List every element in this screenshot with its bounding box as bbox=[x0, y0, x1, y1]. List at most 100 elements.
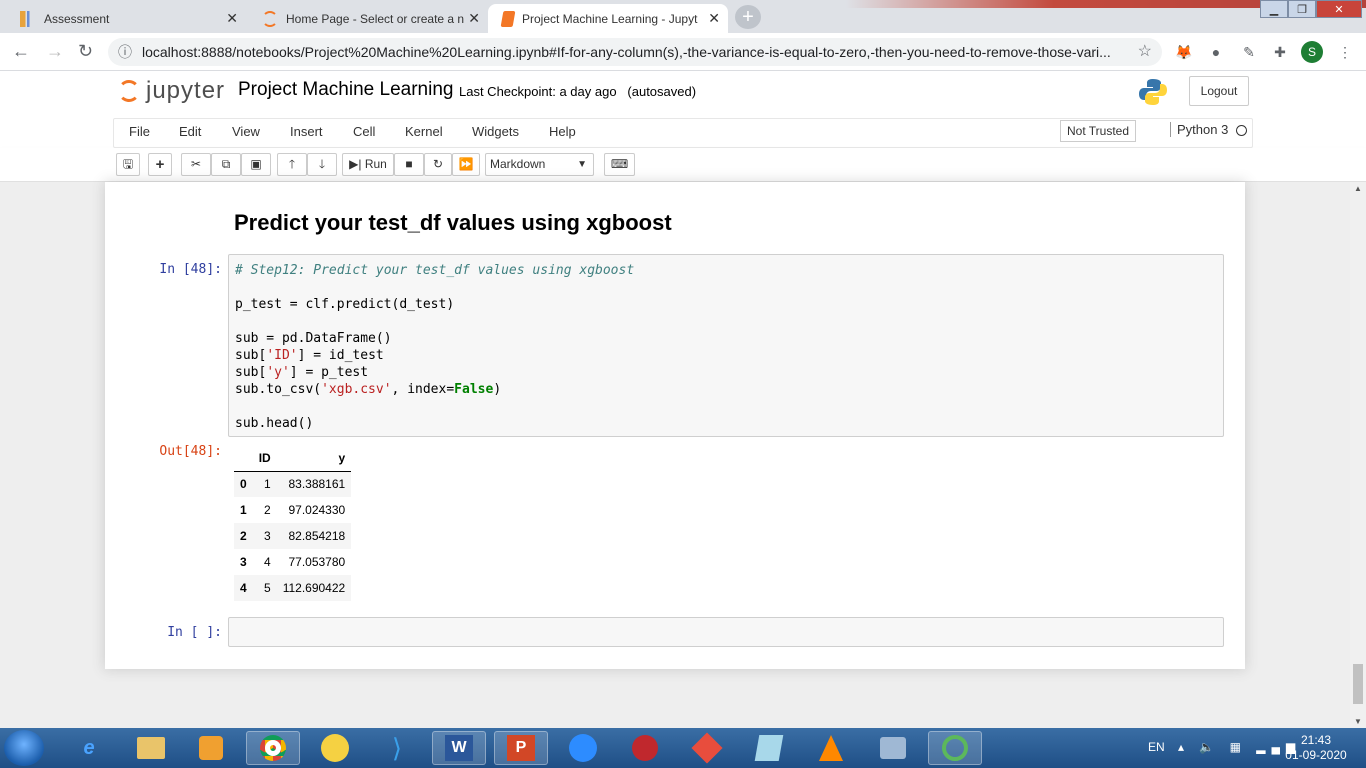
word-icon[interactable]: W bbox=[432, 731, 486, 765]
vertical-scrollbar[interactable]: ▲ ▼ bbox=[1350, 182, 1366, 728]
autosave-text: (autosaved) bbox=[627, 84, 697, 99]
notes-app-icon[interactable] bbox=[742, 731, 796, 765]
tab-assessment[interactable]: Assessment ✕ bbox=[6, 4, 246, 33]
command-palette-button[interactable]: ⌨ bbox=[604, 153, 635, 176]
restart-run-all-button[interactable]: ⏩ bbox=[452, 153, 480, 176]
save-button[interactable]: 🖫 bbox=[116, 153, 140, 176]
jupyter-header: jupyter Project Machine Learning Last Ch… bbox=[0, 71, 1366, 118]
keyboard-icon: ⌨ bbox=[610, 157, 629, 171]
not-trusted-button[interactable]: Not Trusted bbox=[1060, 120, 1137, 142]
move-cell-down-button[interactable]: 🡓 bbox=[307, 153, 337, 176]
empty-code-cell[interactable] bbox=[228, 617, 1224, 647]
code-token: sub[ bbox=[235, 365, 267, 380]
tab-home-page[interactable]: Home Page - Select or create a n ✕ bbox=[248, 4, 488, 33]
forward-arrow-icon[interactable]: → bbox=[46, 41, 64, 62]
run-button[interactable]: ▶| Run bbox=[342, 153, 394, 176]
logout-button[interactable]: Logout bbox=[1189, 76, 1249, 106]
browser-tab-strip: Assessment ✕ Home Page - Select or creat… bbox=[0, 0, 1366, 33]
notebook-title[interactable]: Project Machine Learning bbox=[238, 79, 453, 101]
language-indicator[interactable]: EN bbox=[1148, 740, 1165, 754]
tab-project-machine-learning[interactable]: Project Machine Learning - Jupyt ✕ bbox=[488, 4, 728, 33]
code-token: sub.to_csv( bbox=[235, 382, 322, 397]
input-prompt: In [48]: bbox=[159, 262, 222, 277]
row-index: 4 bbox=[240, 581, 247, 595]
tab-close-icon[interactable]: ✕ bbox=[468, 10, 480, 27]
menu-help[interactable]: Help bbox=[549, 124, 576, 139]
assessment-favicon-icon bbox=[20, 10, 36, 27]
browser-menu-icon[interactable]: ⋮ bbox=[1336, 43, 1354, 61]
copy-cells-button[interactable]: ⧉ bbox=[211, 153, 241, 176]
restart-kernel-button[interactable]: ↻ bbox=[424, 153, 452, 176]
start-button[interactable] bbox=[4, 730, 44, 766]
row-index: 2 bbox=[240, 529, 247, 543]
paste-icon: ▣ bbox=[250, 157, 262, 171]
vlc-icon[interactable] bbox=[804, 731, 858, 765]
step-forward-icon: ▶| bbox=[349, 157, 362, 171]
vscode-icon[interactable]: ⟩ bbox=[370, 731, 424, 765]
code-token: ] = p_test bbox=[289, 365, 369, 380]
menu-widgets[interactable]: Widgets bbox=[472, 124, 519, 139]
menu-edit[interactable]: Edit bbox=[179, 124, 201, 139]
chrome-icon[interactable] bbox=[246, 731, 300, 765]
extensions-puzzle-icon[interactable]: ✚ bbox=[1271, 43, 1289, 61]
bookmark-star-icon[interactable]: ☆ bbox=[1138, 38, 1152, 66]
table-row: 3 4 77.053780 bbox=[234, 549, 351, 575]
tab-close-icon[interactable]: ✕ bbox=[708, 10, 720, 27]
powerpoint-icon[interactable]: P bbox=[494, 731, 548, 765]
interrupt-kernel-button[interactable]: ■ bbox=[394, 153, 424, 176]
kernel-name: Python 3 bbox=[1170, 122, 1228, 137]
network-app-icon[interactable] bbox=[866, 731, 920, 765]
menu-cell[interactable]: Cell bbox=[353, 124, 375, 139]
clock-time: 21:43 bbox=[1300, 733, 1332, 747]
index-header bbox=[234, 445, 253, 472]
clock-date: 01-09-2020 bbox=[1285, 748, 1347, 762]
internet-explorer-icon[interactable]: e bbox=[62, 731, 116, 765]
code-line: p_test = clf.predict(d_test) bbox=[235, 297, 455, 312]
empty-cell-prompt: In [ ]: bbox=[167, 625, 222, 640]
menu-insert[interactable]: Insert bbox=[290, 124, 323, 139]
media-player-icon[interactable] bbox=[184, 731, 238, 765]
table-row: 2 3 82.854218 bbox=[234, 523, 352, 549]
cell-id: 3 bbox=[264, 529, 271, 543]
paste-cells-button[interactable]: ▣ bbox=[241, 153, 271, 176]
tab-close-icon[interactable]: ✕ bbox=[226, 10, 238, 27]
minimize-window-button[interactable]: ▁ bbox=[1260, 0, 1288, 18]
checkpoint-text: Last Checkpoint: a day ago bbox=[459, 84, 617, 99]
move-cell-up-button[interactable]: 🡑 bbox=[277, 153, 307, 176]
menu-view[interactable]: View bbox=[232, 124, 260, 139]
reload-icon[interactable]: ↻ bbox=[78, 41, 93, 62]
scroll-up-arrow-icon[interactable]: ▲ bbox=[1354, 184, 1362, 193]
new-tab-button[interactable]: + bbox=[735, 5, 761, 29]
profile-avatar[interactable]: S bbox=[1301, 41, 1323, 63]
close-window-button[interactable]: ✕ bbox=[1316, 0, 1362, 18]
cell-type-select[interactable]: Markdown ▼ bbox=[485, 153, 594, 176]
metamask-extension-icon[interactable]: 🦊 bbox=[1175, 43, 1193, 61]
taskbar-clock[interactable]: 21:43 01-09-2020 bbox=[1276, 733, 1356, 763]
notebook-toolbar: 🖫 + ✂ ⧉ ▣ 🡑 🡓 ▶| Run ■ ↻ ⏩ Markdown ▼ ⌨ bbox=[0, 148, 1366, 182]
scroll-down-arrow-icon[interactable]: ▼ bbox=[1354, 717, 1362, 726]
ok-app-icon[interactable] bbox=[308, 731, 362, 765]
menu-kernel[interactable]: Kernel bbox=[405, 124, 443, 139]
back-arrow-icon[interactable]: ← bbox=[12, 41, 30, 62]
code-comment: # Step12: Predict your test_df values us… bbox=[235, 263, 635, 278]
markdown-heading[interactable]: Predict your test_df values using xgboos… bbox=[234, 210, 672, 236]
info-icon[interactable]: ⓘ bbox=[118, 38, 132, 66]
zoom-icon[interactable] bbox=[556, 731, 610, 765]
git-app-icon[interactable] bbox=[680, 731, 734, 765]
jupyter-taskbar-icon[interactable] bbox=[928, 731, 982, 765]
jupyter-logo[interactable]: jupyter bbox=[118, 77, 225, 105]
windows-taskbar: e ⟩ W P EN ▴ 🔈 ▦ ▂▄▆ 21:43 01-09-2020 bbox=[0, 728, 1366, 768]
code-cell-editor[interactable]: # Step12: Predict your test_df values us… bbox=[228, 254, 1224, 437]
file-explorer-icon[interactable] bbox=[124, 731, 178, 765]
circle-extension-icon[interactable]: ● bbox=[1207, 43, 1225, 61]
info-app-icon[interactable] bbox=[618, 731, 672, 765]
maximize-window-button[interactable]: ❐ bbox=[1288, 0, 1316, 18]
scissors-icon: ✂ bbox=[190, 157, 202, 171]
scrollbar-thumb[interactable] bbox=[1353, 664, 1363, 704]
menu-file[interactable]: File bbox=[129, 124, 150, 139]
url-field[interactable]: ⓘ localhost:8888/notebooks/Project%20Mac… bbox=[108, 38, 1162, 66]
eyedropper-extension-icon[interactable]: ✎ bbox=[1240, 43, 1258, 61]
cut-cells-button[interactable]: ✂ bbox=[181, 153, 211, 176]
insert-cell-below-button[interactable]: + bbox=[148, 153, 172, 176]
